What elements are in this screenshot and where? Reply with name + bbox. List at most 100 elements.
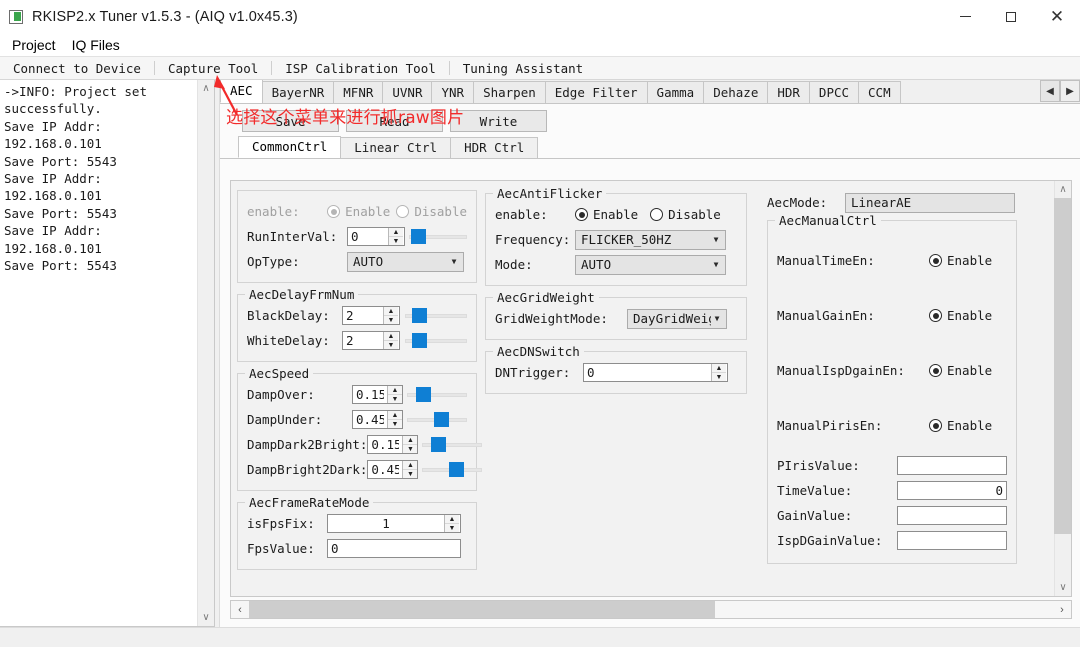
spinner-up-icon[interactable]: ▲ bbox=[384, 332, 398, 341]
spinner-down-icon[interactable]: ▼ bbox=[712, 373, 726, 381]
spinner-arrows[interactable]: ▲▼ bbox=[383, 307, 398, 324]
slider-knob[interactable] bbox=[411, 229, 426, 244]
slider-knob[interactable] bbox=[449, 462, 464, 477]
spinner-down-icon[interactable]: ▼ bbox=[388, 395, 402, 403]
tab-scroll-right-icon[interactable]: ▶ bbox=[1060, 80, 1080, 102]
dn-trigger-input[interactable] bbox=[584, 364, 711, 381]
tab-bayernr[interactable]: BayerNR bbox=[262, 81, 335, 103]
white-delay-input[interactable] bbox=[343, 332, 383, 349]
grid-weight-mode-combobox[interactable]: DayGridWeight ▼ bbox=[627, 309, 727, 329]
scroll-right-icon[interactable]: › bbox=[1053, 604, 1071, 616]
damp-under-input[interactable] bbox=[353, 411, 387, 428]
manual-isp-dgain-en-radio[interactable]: Enable bbox=[929, 363, 992, 378]
frequency-combobox[interactable]: FLICKER_50HZ ▼ bbox=[575, 230, 726, 250]
scroll-left-icon[interactable]: ‹ bbox=[231, 604, 249, 616]
damp-under-slider[interactable] bbox=[407, 410, 467, 429]
black-delay-input[interactable] bbox=[343, 307, 383, 324]
scroll-down-icon[interactable]: ∨ bbox=[1055, 579, 1071, 596]
log-vertical-scrollbar[interactable]: ∧ ∨ bbox=[197, 80, 214, 626]
damp-dark2bright-spinbox[interactable]: ▲▼ bbox=[367, 435, 418, 454]
aec-mode-combobox[interactable]: LinearAE bbox=[845, 193, 1015, 213]
white-delay-spinbox[interactable]: ▲▼ bbox=[342, 331, 400, 350]
tab-mfnr[interactable]: MFNR bbox=[333, 81, 383, 103]
tab-hdr[interactable]: HDR bbox=[767, 81, 810, 103]
spinner-arrows[interactable]: ▲▼ bbox=[388, 228, 403, 245]
slider-knob[interactable] bbox=[434, 412, 449, 427]
manual-time-en-radio[interactable]: Enable bbox=[929, 253, 992, 268]
tab-sharpen[interactable]: Sharpen bbox=[473, 81, 546, 103]
spinner-up-icon[interactable]: ▲ bbox=[388, 411, 402, 420]
spinner-down-icon[interactable]: ▼ bbox=[403, 445, 417, 453]
run-interval-spinbox[interactable]: ▲▼ bbox=[347, 227, 405, 246]
tab-dehaze[interactable]: Dehaze bbox=[703, 81, 768, 103]
optype-combobox[interactable]: AUTO ▼ bbox=[347, 252, 464, 272]
fps-value-input[interactable] bbox=[327, 539, 461, 558]
damp-over-spinbox[interactable]: ▲▼ bbox=[352, 385, 403, 404]
hscroll-track[interactable] bbox=[249, 601, 1053, 618]
toolbar-connect-to-device[interactable]: Connect to Device bbox=[0, 57, 154, 79]
anti-flicker-enable-radio[interactable]: Enable bbox=[575, 207, 638, 222]
piris-value-input[interactable] bbox=[897, 456, 1007, 475]
spinner-down-icon[interactable]: ▼ bbox=[403, 470, 417, 478]
spinner-down-icon[interactable]: ▼ bbox=[445, 524, 459, 532]
tab-scroll-left-icon[interactable]: ◀ bbox=[1040, 80, 1060, 102]
slider-knob[interactable] bbox=[416, 387, 431, 402]
black-delay-slider[interactable] bbox=[405, 306, 467, 325]
tab-aec[interactable]: AEC bbox=[220, 80, 263, 103]
spinner-down-icon[interactable]: ▼ bbox=[389, 237, 403, 245]
spinner-up-icon[interactable]: ▲ bbox=[389, 228, 403, 237]
tab-gamma[interactable]: Gamma bbox=[647, 81, 705, 103]
slider-knob[interactable] bbox=[431, 437, 446, 452]
spinner-up-icon[interactable]: ▲ bbox=[445, 515, 459, 524]
toolbar-tuning-assistant[interactable]: Tuning Assistant bbox=[450, 57, 596, 79]
damp-over-input[interactable] bbox=[353, 386, 387, 403]
spinner-up-icon[interactable]: ▲ bbox=[388, 386, 402, 395]
spinner-down-icon[interactable]: ▼ bbox=[384, 316, 398, 324]
tab-ynr[interactable]: YNR bbox=[431, 81, 474, 103]
read-button[interactable]: Read bbox=[346, 110, 443, 132]
tab-ccm[interactable]: CCM bbox=[858, 81, 901, 103]
gain-value-input[interactable] bbox=[897, 506, 1007, 525]
manual-gain-en-radio[interactable]: Enable bbox=[929, 308, 992, 323]
menu-item-project[interactable]: Project bbox=[4, 36, 64, 54]
minimize-button[interactable] bbox=[942, 0, 988, 33]
spinner-arrows[interactable]: ▲▼ bbox=[402, 461, 417, 478]
scroll-down-icon[interactable]: ∨ bbox=[198, 609, 214, 626]
spinner-arrows[interactable]: ▲▼ bbox=[444, 515, 459, 532]
menu-item-iq-files[interactable]: IQ Files bbox=[64, 36, 128, 54]
damp-dark2bright-slider[interactable] bbox=[422, 435, 482, 454]
anti-flicker-disable-radio[interactable]: Disable bbox=[650, 207, 721, 222]
subtab-commonctrl[interactable]: CommonCtrl bbox=[238, 136, 341, 158]
run-interval-input[interactable] bbox=[348, 228, 388, 245]
toolbar-isp-calibration-tool[interactable]: ISP Calibration Tool bbox=[272, 57, 449, 79]
damp-over-slider[interactable] bbox=[407, 385, 467, 404]
damp-bright2dark-slider[interactable] bbox=[422, 460, 482, 479]
write-button[interactable]: Write bbox=[450, 110, 547, 132]
damp-dark2bright-input[interactable] bbox=[368, 436, 402, 453]
spinner-up-icon[interactable]: ▲ bbox=[712, 364, 726, 373]
tab-uvnr[interactable]: UVNR bbox=[382, 81, 432, 103]
mode-combobox[interactable]: AUTO ▼ bbox=[575, 255, 726, 275]
is-fps-fix-input[interactable] bbox=[328, 515, 444, 532]
panel-horizontal-scrollbar[interactable]: ‹ › bbox=[230, 600, 1072, 619]
damp-bright2dark-input[interactable] bbox=[368, 461, 402, 478]
spinner-up-icon[interactable]: ▲ bbox=[384, 307, 398, 316]
subtab-hdr-ctrl[interactable]: HDR Ctrl bbox=[450, 137, 538, 158]
slider-knob[interactable] bbox=[412, 308, 427, 323]
tab-dpcc[interactable]: DPCC bbox=[809, 81, 859, 103]
spinner-down-icon[interactable]: ▼ bbox=[384, 341, 398, 349]
tab-edge-filter[interactable]: Edge Filter bbox=[545, 81, 648, 103]
scroll-up-icon[interactable]: ∧ bbox=[1055, 181, 1071, 198]
damp-bright2dark-spinbox[interactable]: ▲▼ bbox=[367, 460, 418, 479]
spinner-up-icon[interactable]: ▲ bbox=[403, 461, 417, 470]
spinner-up-icon[interactable]: ▲ bbox=[403, 436, 417, 445]
damp-under-spinbox[interactable]: ▲▼ bbox=[352, 410, 403, 429]
is-fps-fix-spinbox[interactable]: ▲▼ bbox=[327, 514, 461, 533]
scroll-up-icon[interactable]: ∧ bbox=[198, 80, 214, 97]
dn-trigger-spinbox[interactable]: ▲▼ bbox=[583, 363, 728, 382]
maximize-button[interactable] bbox=[988, 0, 1034, 33]
spinner-arrows[interactable]: ▲▼ bbox=[387, 386, 402, 403]
spinner-arrows[interactable]: ▲▼ bbox=[387, 411, 402, 428]
slider-knob[interactable] bbox=[412, 333, 427, 348]
aec-disable-radio[interactable]: Disable bbox=[396, 204, 467, 219]
